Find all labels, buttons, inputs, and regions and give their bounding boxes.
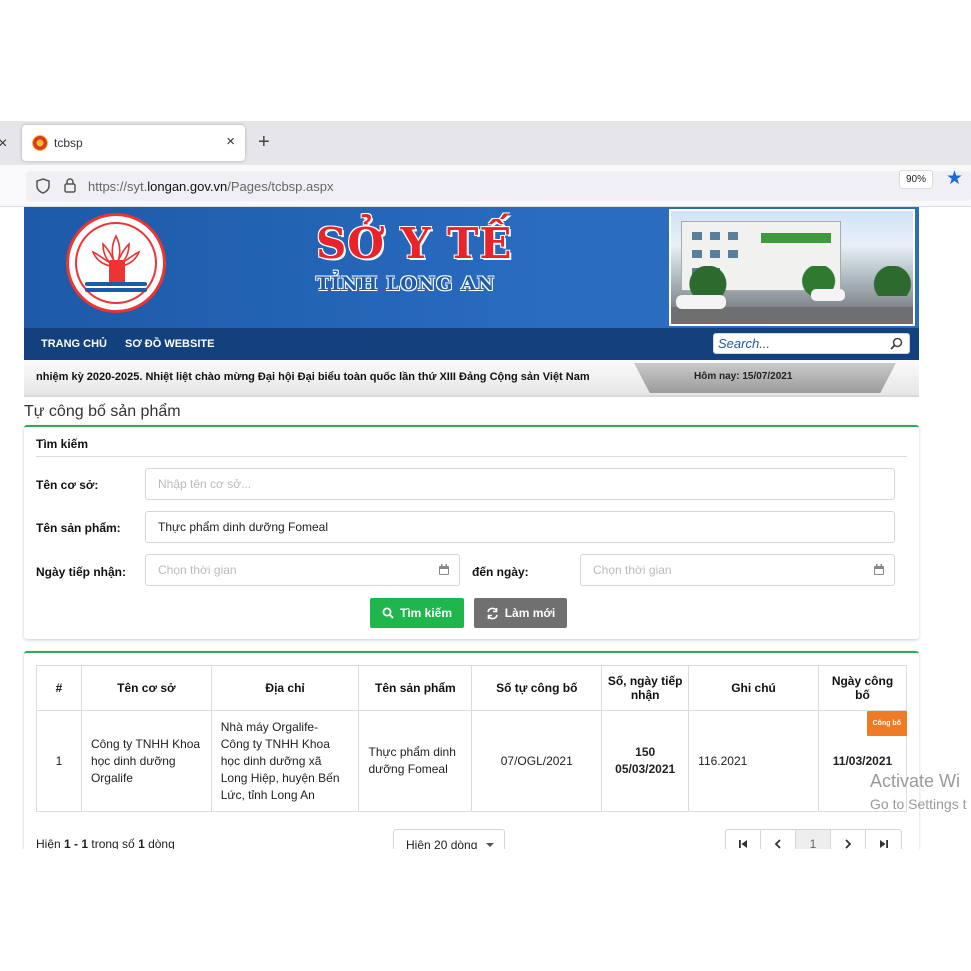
row-publish-date: 11/03/2021 — [832, 753, 893, 768]
row-receipt-link[interactable]: 150 05/03/2021 — [601, 710, 690, 812]
page-title: Tự công bố sản phẩm — [24, 403, 181, 420]
site-title: SỞ Y TẾ — [316, 219, 513, 268]
results-panel: # Tên cơ sở Địa chỉ Tên sản phẩm Số tự c… — [24, 651, 919, 849]
paging-info: Hiện 1 - 1 trong số 1 dòng — [36, 837, 175, 849]
reset-button[interactable]: Làm mới — [474, 598, 567, 628]
site-search-box — [713, 333, 910, 354]
browser-tab-active[interactable]: tcbsp × — [22, 125, 245, 161]
calendar-icon[interactable] — [873, 564, 885, 576]
screen: × tcbsp × + https://syt.longan.gov.vn/Pa… — [0, 121, 971, 849]
results-table: # Tên cơ sở Địa chỉ Tên sản phẩm Số tự c… — [36, 665, 908, 812]
last-page-icon — [879, 840, 888, 848]
first-page-icon — [739, 840, 747, 848]
next-page-button[interactable] — [831, 830, 866, 849]
column-header: Ngày công bố — [817, 665, 908, 711]
facility-label: Tên cơ sở: — [36, 478, 99, 492]
page-size-select[interactable]: Hiện 20 dòng — [393, 829, 505, 849]
health-department-logo[interactable] — [66, 213, 166, 313]
nav-item-sitemap[interactable]: SƠ ĐỒ WEBSITE — [125, 338, 214, 350]
table-row[interactable]: 1 Công ty TNHH Khoa học dinh dưỡng Orgal… — [36, 710, 908, 812]
facility-input[interactable] — [146, 469, 894, 499]
column-header: Tên cơ sở — [80, 665, 212, 711]
product-label: Tên sản phẩm: — [36, 521, 121, 535]
tab-title: tcbsp — [54, 136, 83, 150]
shield-icon[interactable] — [36, 178, 50, 194]
row-facility: Công ty TNHH Khoa học dinh dưỡng Orgalif… — [80, 710, 212, 812]
calendar-icon[interactable] — [438, 564, 450, 576]
today-date: Hôm nay: 15/07/2021 — [694, 371, 793, 382]
date-to-input[interactable] — [581, 555, 894, 585]
ticker-text[interactable]: nhiệm kỳ 2020-2025. Nhiệt liệt chào mừng… — [36, 371, 590, 383]
receipt-number[interactable]: 150 — [611, 744, 679, 761]
today-date-badge: Hôm nay: 15/07/2021 — [634, 363, 896, 393]
product-input[interactable] — [146, 512, 894, 542]
site-banner: SỞ Y TẾ TỈNH LONG AN — [24, 207, 919, 328]
date-to-field — [580, 554, 895, 586]
prev-tab-close-icon[interactable]: × — [0, 135, 7, 153]
row-note: 116.2021 — [688, 710, 819, 812]
new-tab-button[interactable]: + — [258, 131, 270, 154]
date-to-label: đến ngày: — [472, 565, 529, 579]
column-header: Địa chỉ — [210, 665, 360, 711]
prev-page-button[interactable] — [761, 830, 796, 849]
url-field[interactable]: https://syt.longan.gov.vn/Pages/tcbsp.as… — [26, 171, 971, 201]
row-product: Thực phẩm dinh dưỡng Fomeal — [358, 710, 473, 812]
reset-button-label: Làm mới — [504, 606, 556, 620]
page-size-value: Hiện 20 dòng — [406, 838, 478, 849]
lock-icon[interactable] — [64, 178, 76, 193]
pagination: 1 — [725, 829, 902, 849]
row-index: 1 — [36, 710, 82, 812]
receipt-date[interactable]: 05/03/2021 — [611, 761, 679, 778]
facility-field — [145, 468, 895, 500]
address-bar: https://syt.longan.gov.vn/Pages/tcbsp.as… — [0, 165, 971, 207]
building-photo — [669, 209, 915, 326]
browser-tabstrip: × tcbsp × + — [0, 121, 971, 165]
column-header: Tên sản phẩm — [358, 665, 473, 711]
medical-cross-icon — [109, 260, 125, 284]
first-page-button[interactable] — [726, 830, 761, 849]
search-icon — [382, 607, 394, 619]
search-panel-heading: Tìm kiếm — [36, 437, 89, 451]
windows-activation-watermark: Activate Wi Go to Settings t — [870, 771, 967, 812]
caret-down-icon — [486, 843, 494, 847]
search-button[interactable]: Tìm kiếm — [370, 598, 464, 628]
site-favicon-icon — [32, 135, 48, 151]
column-header: Số tự công bố — [471, 665, 603, 711]
column-header: # — [36, 665, 82, 711]
chevron-left-icon — [774, 839, 781, 849]
column-header: Ghi chú — [688, 665, 819, 711]
product-field — [145, 511, 895, 543]
watermark-line-1: Activate Wi — [870, 771, 961, 791]
watermark-line-2: Go to Settings t — [870, 796, 967, 812]
last-page-button[interactable] — [866, 830, 901, 849]
search-panel: Tìm kiếm Tên cơ sở: Tên sản phẩm: Ngày t… — [24, 425, 919, 639]
zoom-level-badge[interactable]: 90% — [898, 170, 933, 189]
main-nav: TRANG CHỦ SƠ ĐỒ WEBSITE — [24, 328, 919, 360]
bookmark-star-icon[interactable]: ★ — [946, 167, 963, 190]
search-icon[interactable] — [890, 337, 903, 350]
chevron-right-icon — [845, 839, 852, 849]
row-declaration-no: 07/OGL/2021 — [471, 710, 603, 812]
nav-item-home[interactable]: TRANG CHỦ — [41, 338, 107, 350]
site-subtitle: TỈNH LONG AN — [316, 273, 496, 295]
table-header-row: # Tên cơ sở Địa chỉ Tên sản phẩm Số tự c… — [36, 665, 908, 711]
row-address: Nhà máy Orgalife- Công ty TNHH Khoa học … — [210, 710, 360, 812]
date-from-field — [145, 554, 460, 586]
site-search-input[interactable] — [718, 334, 883, 353]
publish-badge[interactable]: Công bố — [866, 711, 907, 736]
search-button-label: Tìm kiếm — [399, 606, 453, 620]
url-text[interactable]: https://syt.longan.gov.vn/Pages/tcbsp.as… — [88, 179, 333, 194]
date-from-input[interactable] — [146, 555, 459, 585]
web-page: SỞ Y TẾ TỈNH LONG AN TRANG CHỦ SƠ ĐỒ WEB… — [24, 207, 919, 849]
refresh-icon — [486, 607, 498, 619]
tab-close-icon[interactable]: × — [226, 133, 235, 150]
news-ticker: nhiệm kỳ 2020-2025. Nhiệt liệt chào mừng… — [24, 360, 919, 397]
column-header: Số, ngày tiếp nhận — [601, 665, 690, 711]
page-number-current[interactable]: 1 — [796, 830, 831, 849]
receipt-date-label: Ngày tiếp nhận: — [36, 565, 127, 579]
